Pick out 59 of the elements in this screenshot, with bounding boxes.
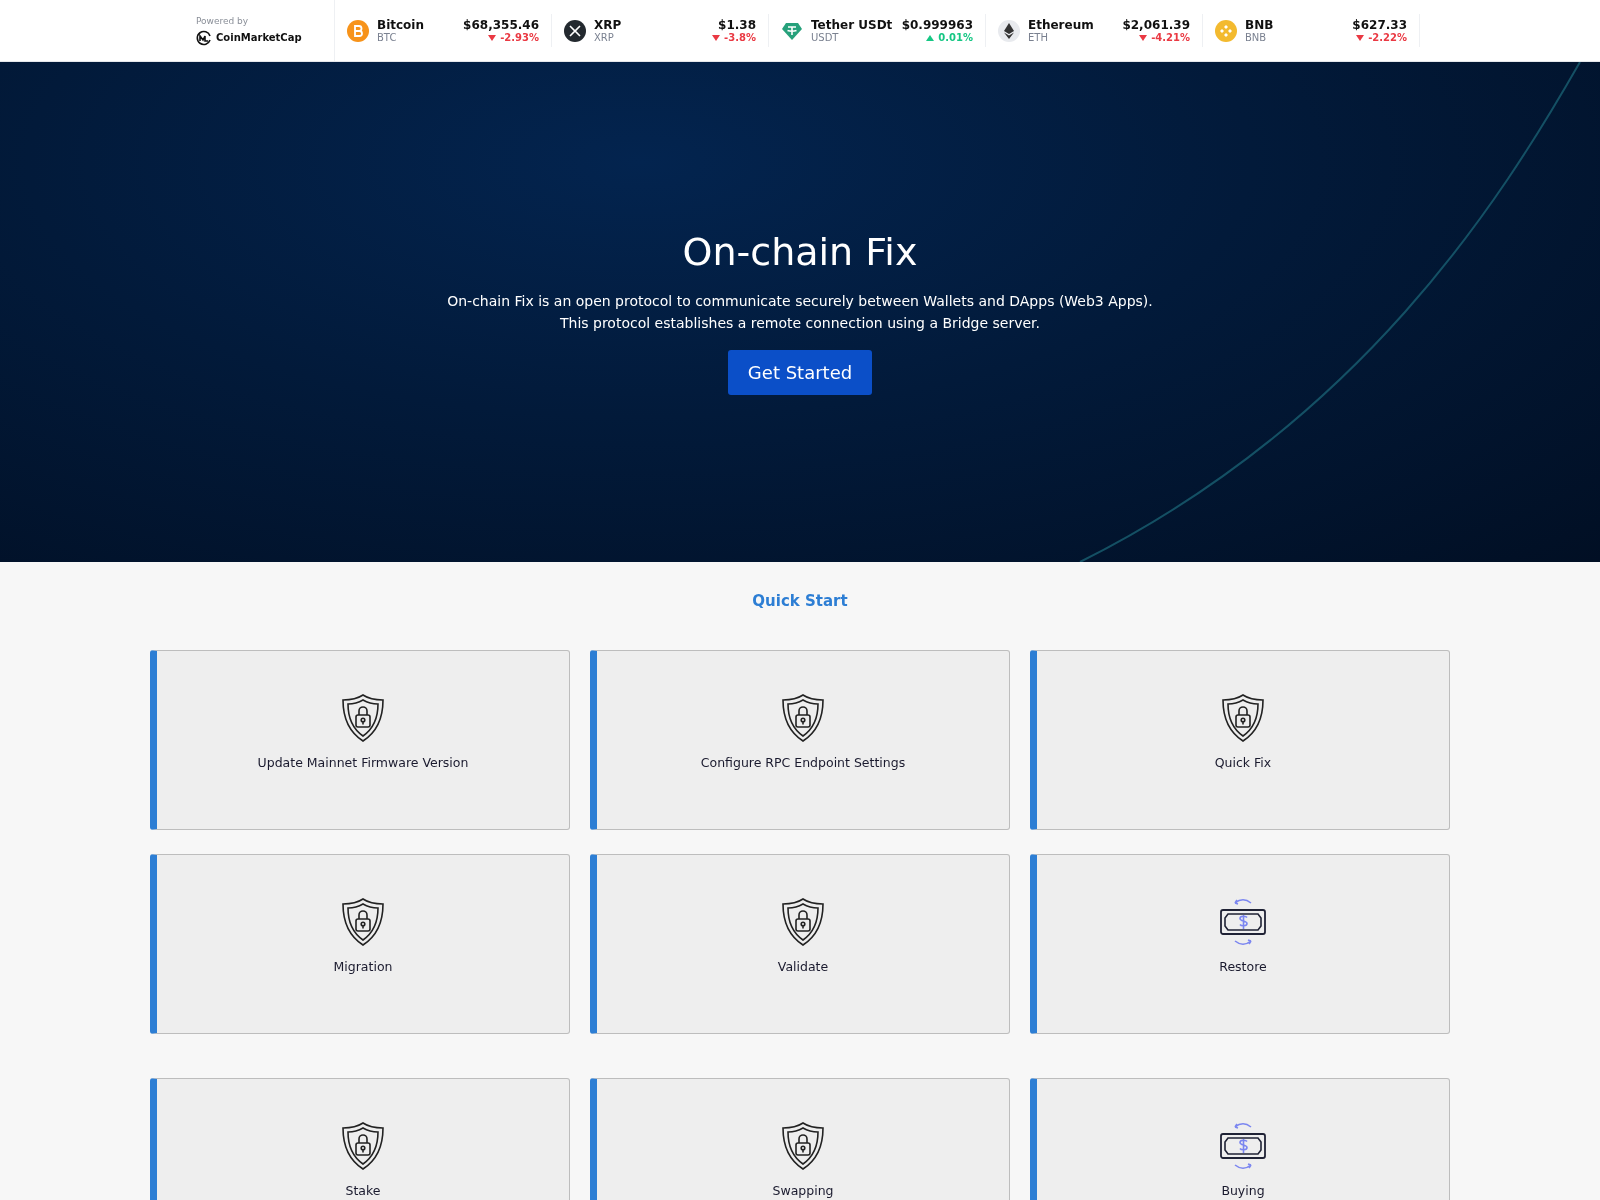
coin-symbol: USDT [811, 32, 840, 43]
coin-price: $1.38 [718, 18, 756, 32]
bitcoin-coin-icon [347, 19, 369, 42]
quick-start-card[interactable]: Swapping [590, 1078, 1010, 1200]
bnb-coin-icon [1215, 19, 1237, 42]
coin-price: $627.33 [1352, 18, 1407, 32]
shield-lock-icon [341, 1121, 385, 1171]
quick-start-card[interactable]: Quick Fix [1030, 650, 1450, 830]
quick-start-card[interactable]: Configure RPC Endpoint Settings [590, 650, 1010, 830]
card-label: Quick Fix [1214, 755, 1272, 770]
shield-lock-icon [1221, 693, 1265, 743]
card-label: Configure RPC Endpoint Settings [700, 755, 906, 770]
coin-symbol: XRP [594, 32, 615, 43]
price-change: -2.22% [1368, 32, 1407, 43]
coin-symbol: ETH [1028, 32, 1049, 43]
coin-name: BNB [1245, 18, 1275, 32]
shield-lock-icon [781, 897, 825, 947]
price-change: -3.8% [724, 32, 756, 43]
brand-name: CoinMarketCap [216, 32, 302, 43]
quick-start-card[interactable]: Restore [1030, 854, 1450, 1034]
coin-name: XRP [594, 18, 623, 32]
shield-lock-icon [341, 897, 385, 947]
card-label: Swapping [772, 1183, 834, 1198]
hero-description: This protocol establishes a remote connection using a Bridge server. [559, 313, 1041, 333]
ethereum-coin-icon [998, 19, 1020, 42]
quick-start-card[interactable]: Migration [150, 854, 570, 1034]
hero-title: On-chain Fix [682, 229, 918, 274]
money-exchange-icon [1219, 897, 1267, 947]
xrp-coin-icon [564, 19, 586, 42]
quick-start-card[interactable]: Update Mainnet Firmware Version [150, 650, 570, 830]
money-exchange-icon [1219, 1121, 1267, 1171]
card-label: Restore [1219, 959, 1267, 974]
coin-name: Tether USDt [811, 18, 894, 32]
card-label: Stake [345, 1183, 381, 1198]
get-started-button[interactable]: Get Started [727, 349, 873, 395]
card-label: Migration [333, 959, 393, 974]
quick-start-card[interactable]: Validate [590, 854, 1010, 1034]
price-change: 0.01% [938, 32, 973, 43]
shield-lock-icon [781, 1121, 825, 1171]
coin-price: $2,061.39 [1122, 18, 1190, 32]
brand-logo-icon [196, 29, 212, 46]
coin-symbol: BTC [377, 32, 398, 43]
hero-description: On-chain Fix is an open protocol to communicate securely between Wallets and DApps (Web3 Apps). [447, 291, 1153, 311]
coin-price: $68,355.46 [463, 18, 539, 32]
price-change: -4.21% [1151, 32, 1190, 43]
card-label: Buying [1221, 1183, 1265, 1198]
coin-name: Ethereum [1028, 18, 1095, 32]
shield-lock-icon [781, 693, 825, 743]
powered-by-text: Powered by [196, 15, 250, 26]
card-label: Validate [777, 959, 829, 974]
quick-start-card[interactable]: Buying [1030, 1078, 1450, 1200]
card-label: Update Mainnet Firmware Version [257, 755, 469, 770]
quick-start-card[interactable]: Stake [150, 1078, 570, 1200]
shield-lock-icon [341, 693, 385, 743]
coin-symbol: BNB [1245, 32, 1268, 43]
section-title: Quick Start [752, 592, 848, 610]
coin-name: Bitcoin [377, 18, 425, 32]
coin-price: $0.999963 [901, 18, 973, 32]
price-change: -2.93% [500, 32, 539, 43]
